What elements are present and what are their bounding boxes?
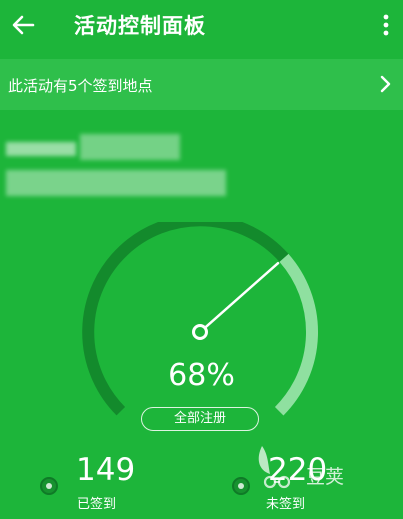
top-app-bar: 活动控制面板 bbox=[0, 0, 403, 50]
page-title: 活动控制面板 bbox=[74, 14, 206, 38]
back-button[interactable] bbox=[6, 8, 40, 42]
gauge-needle bbox=[204, 261, 280, 329]
signed-count: 149 bbox=[76, 452, 136, 488]
obscured-info bbox=[0, 126, 240, 206]
more-options-button[interactable] bbox=[375, 12, 397, 40]
more-vertical-icon bbox=[383, 14, 389, 36]
gauge-needle-hub bbox=[192, 324, 208, 340]
signed-label: 已签到 bbox=[77, 497, 117, 512]
chevron-right-icon bbox=[379, 73, 393, 95]
signed-indicator-icon bbox=[40, 477, 58, 495]
banner-text: 此活动有5个签到地点 bbox=[8, 77, 153, 95]
back-arrow-icon bbox=[12, 15, 35, 35]
checkin-percentage: 68% bbox=[168, 358, 235, 393]
all-registrations-button[interactable]: 全部注册 bbox=[141, 407, 259, 431]
watermark-text: 豆荚 bbox=[306, 466, 345, 488]
checkin-locations-banner[interactable]: 此活动有5个签到地点 bbox=[0, 59, 403, 110]
